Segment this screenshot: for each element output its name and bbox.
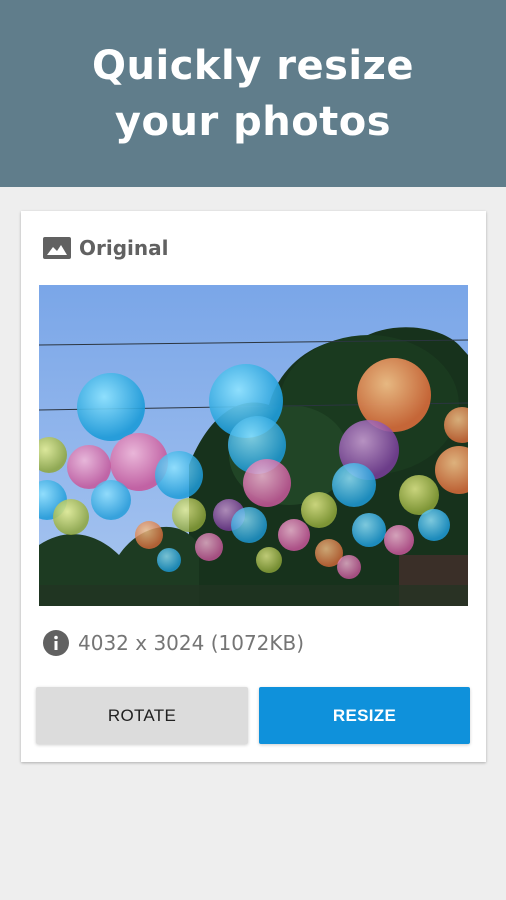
rotate-button[interactable]: ROTATE bbox=[36, 687, 248, 744]
photo-image bbox=[39, 285, 468, 606]
banner-title: Quickly resize your photos bbox=[92, 42, 414, 145]
original-photo-card: Original 4032 x 3024 (1072KB) ROTATE RES… bbox=[21, 211, 486, 762]
card-header: Original bbox=[43, 235, 168, 261]
image-icon bbox=[43, 237, 71, 259]
info-icon bbox=[43, 630, 69, 656]
image-info-row: 4032 x 3024 (1072KB) bbox=[43, 629, 304, 657]
original-photo[interactable] bbox=[39, 285, 468, 606]
card-title: Original bbox=[79, 236, 169, 260]
image-dimensions-text: 4032 x 3024 (1072KB) bbox=[78, 631, 305, 655]
promo-banner: Quickly resize your photos bbox=[0, 0, 506, 187]
resize-button[interactable]: RESIZE bbox=[259, 687, 470, 744]
